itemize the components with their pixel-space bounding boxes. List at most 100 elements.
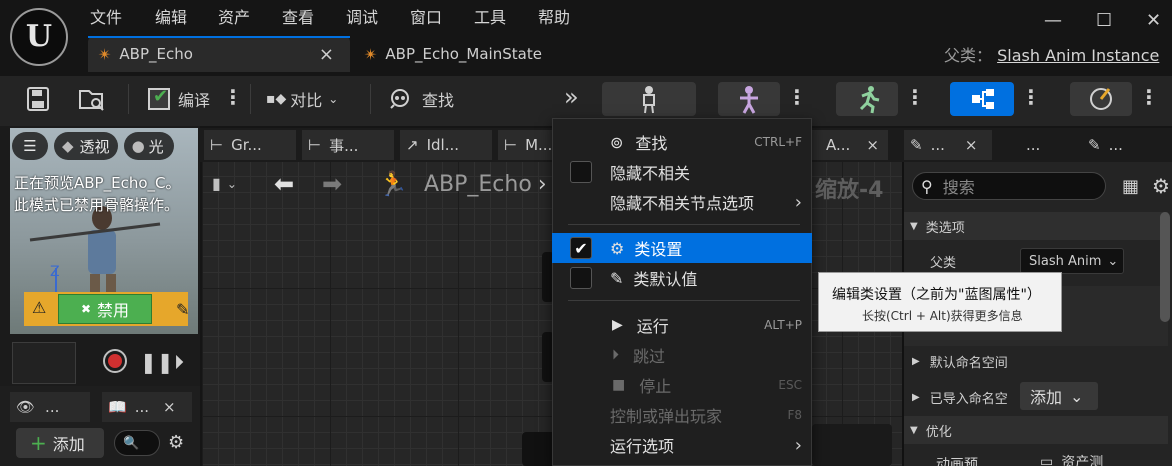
tab-asset-override[interactable]: 👁 ... — [10, 392, 90, 422]
step-forward-button[interactable]: ⏵ — [174, 350, 184, 374]
menu-item-play[interactable]: ▶ 运行 ALT+P — [552, 310, 812, 340]
viewport-info-line2: 此模式已禁用骨骼操作。 — [14, 196, 180, 214]
edit-defaults-icon: ✎ — [610, 268, 624, 288]
graph-node[interactable] — [522, 432, 556, 466]
tab-details-3[interactable]: ✎ ... — [1082, 130, 1172, 160]
perspective-button[interactable]: ◆ 透视 — [54, 132, 118, 160]
search-button[interactable]: 🔍 — [114, 430, 160, 456]
parent-class-link[interactable]: Slash Anim Instance — [997, 46, 1159, 65]
pencil-icon[interactable]: ✎ — [176, 300, 189, 319]
tab-anim-slot[interactable]: 📖 ... × — [102, 392, 192, 422]
blueprint-mode-button[interactable] — [950, 82, 1014, 116]
more-toolbar-button[interactable]: » — [564, 82, 594, 116]
asset-icon: ▭ — [1040, 454, 1054, 466]
tab-event-graph[interactable]: ⊢ 事... — [302, 130, 394, 160]
menu-item-class-settings[interactable]: ✔ ⚙ 类设置 — [552, 233, 812, 263]
menu-item-stop[interactable]: ■ 停止 ESC — [552, 370, 812, 400]
tab-anim-graph[interactable]: ⊢ Gr... — [204, 130, 296, 160]
checkbox[interactable] — [570, 267, 592, 289]
mesh-mode-button[interactable] — [718, 82, 780, 116]
parent-class-dropdown[interactable]: Slash Anim ⌄ — [1020, 248, 1124, 274]
menu-edit[interactable]: 编辑 — [155, 4, 187, 28]
close-tab-icon[interactable]: × — [965, 136, 978, 154]
menu-assets[interactable]: 资产 — [218, 4, 250, 28]
animation-mode-button[interactable] — [836, 82, 898, 116]
checkbox-checked[interactable]: ✔ — [570, 237, 592, 259]
tab-a[interactable]: A... × — [812, 130, 888, 160]
menu-file[interactable]: 文件 — [90, 4, 122, 28]
unreal-logo-icon[interactable]: U — [10, 8, 68, 66]
section-class-options[interactable]: ▼ 类选项 — [904, 212, 1168, 240]
parent-class-info: 父类： Slash Anim Instance — [944, 42, 1159, 66]
back-button[interactable]: ⬅ — [274, 170, 294, 198]
checkbox[interactable] — [570, 161, 592, 183]
arrow-left-icon: ⬅ — [274, 170, 295, 198]
physics-mode-button[interactable] — [1070, 82, 1132, 116]
menu-tools[interactable]: 工具 — [474, 4, 506, 28]
menu-item-class-defaults[interactable]: ✎ 类默认值 — [552, 263, 812, 293]
tab-main[interactable]: ⊢ M... — [498, 130, 552, 160]
transition-icon: ↗ — [406, 136, 419, 154]
menu-item-find[interactable]: ⊚ 查找 CTRL+F — [552, 127, 812, 157]
details-search-input[interactable]: ⚲ 搜索 — [912, 172, 1106, 200]
find-icon: ⊚ — [610, 132, 624, 152]
menu-window[interactable]: 窗口 — [410, 4, 442, 28]
compile-options-button[interactable]: ⋮ — [222, 82, 244, 116]
menu-debug[interactable]: 调试 — [346, 4, 378, 28]
save-button[interactable] — [20, 82, 56, 116]
maximize-button[interactable]: ☐ — [1096, 10, 1112, 31]
close-window-button[interactable]: ✕ — [1146, 10, 1161, 31]
mesh-options-button[interactable]: ⋮ — [786, 82, 808, 116]
minimize-button[interactable]: — — [1044, 10, 1062, 31]
browse-button[interactable] — [74, 82, 110, 116]
blueprint-options-button[interactable]: ⋮ — [1020, 82, 1042, 116]
find-button[interactable]: 查找 — [388, 82, 468, 116]
tab-abp-echo-mainstate[interactable]: ✴ ABP_Echo_MainState — [360, 36, 590, 72]
light-icon: ● — [131, 137, 145, 155]
graph-node[interactable] — [812, 424, 892, 466]
menu-item-possess[interactable]: 控制或弹出玩家 F8 — [552, 400, 812, 430]
skeleton-icon — [643, 86, 655, 114]
namespace-add-dropdown[interactable]: 添加 ⌄ — [1020, 382, 1098, 410]
tab-details[interactable]: ✎ ... × — [904, 130, 992, 160]
menu-view[interactable]: 查看 — [282, 4, 314, 28]
table-view-icon[interactable]: ▦ — [1122, 176, 1139, 197]
skeleton-mode-button[interactable] — [602, 82, 696, 116]
viewport-menu-button[interactable]: ☰ — [12, 132, 48, 160]
breadcrumb-chevron-icon: › — [537, 172, 547, 197]
anim-value[interactable]: ▭ 资产测 — [1040, 452, 1103, 466]
disable-button[interactable]: ✖ 禁用 — [58, 294, 152, 324]
section-optimization[interactable]: ▼ 优化 — [904, 416, 1168, 444]
details-scrollbar[interactable] — [1160, 212, 1170, 322]
compile-button[interactable]: ✔ 编译 — [144, 82, 224, 116]
menu-item-hide-unrelated[interactable]: 隐藏不相关 — [552, 157, 812, 187]
bookmark-button[interactable]: ▮ ⌄ — [212, 174, 237, 193]
tab-idle[interactable]: ↗ Idl... — [400, 130, 492, 160]
add-button[interactable]: + 添加 — [16, 428, 104, 458]
close-tab-icon[interactable]: × — [319, 44, 334, 65]
add-label: 添加 — [52, 435, 85, 454]
lighting-button[interactable]: ● 光 — [123, 132, 174, 160]
menu-help[interactable]: 帮助 — [538, 4, 570, 28]
tab-details-2[interactable]: ... — [996, 130, 1076, 160]
settings-icon[interactable]: ⚙ — [168, 432, 184, 453]
anim-blueprint-icon: ✴ — [364, 44, 378, 64]
menu-item-play-options[interactable]: 运行选项 › — [552, 430, 812, 460]
menu-item-skip[interactable]: ⏵ 跳过 — [552, 340, 812, 370]
chevron-down-icon: ⌄ — [226, 176, 237, 191]
book-icon: 📖 — [108, 398, 127, 416]
diff-button[interactable]: ▪◆ 对比 ⌄ — [262, 82, 352, 116]
settings-icon[interactable]: ⚙ — [1152, 174, 1170, 198]
animation-options-button[interactable]: ⋮ — [904, 82, 926, 116]
close-tab-icon[interactable]: × — [866, 136, 879, 154]
default-namespace-row[interactable]: ▶ 默认命名空间 — [912, 352, 1008, 371]
pause-button[interactable]: ❚❚ — [140, 350, 174, 374]
forward-button[interactable]: ➡ — [322, 170, 342, 198]
close-tab-icon[interactable]: × — [163, 398, 176, 416]
record-button[interactable] — [102, 348, 128, 374]
breadcrumb-item[interactable]: ABP_Echo — [424, 172, 532, 197]
menu-item-hide-unrelated-options[interactable]: 隐藏不相关节点选项 › — [552, 187, 812, 217]
imported-namespace-row[interactable]: ▶ 已导入命名空 — [912, 388, 1008, 407]
tab-abp-echo[interactable]: ✴ ABP_Echo × — [88, 36, 350, 72]
physics-options-button[interactable]: ⋮ — [1138, 82, 1160, 116]
